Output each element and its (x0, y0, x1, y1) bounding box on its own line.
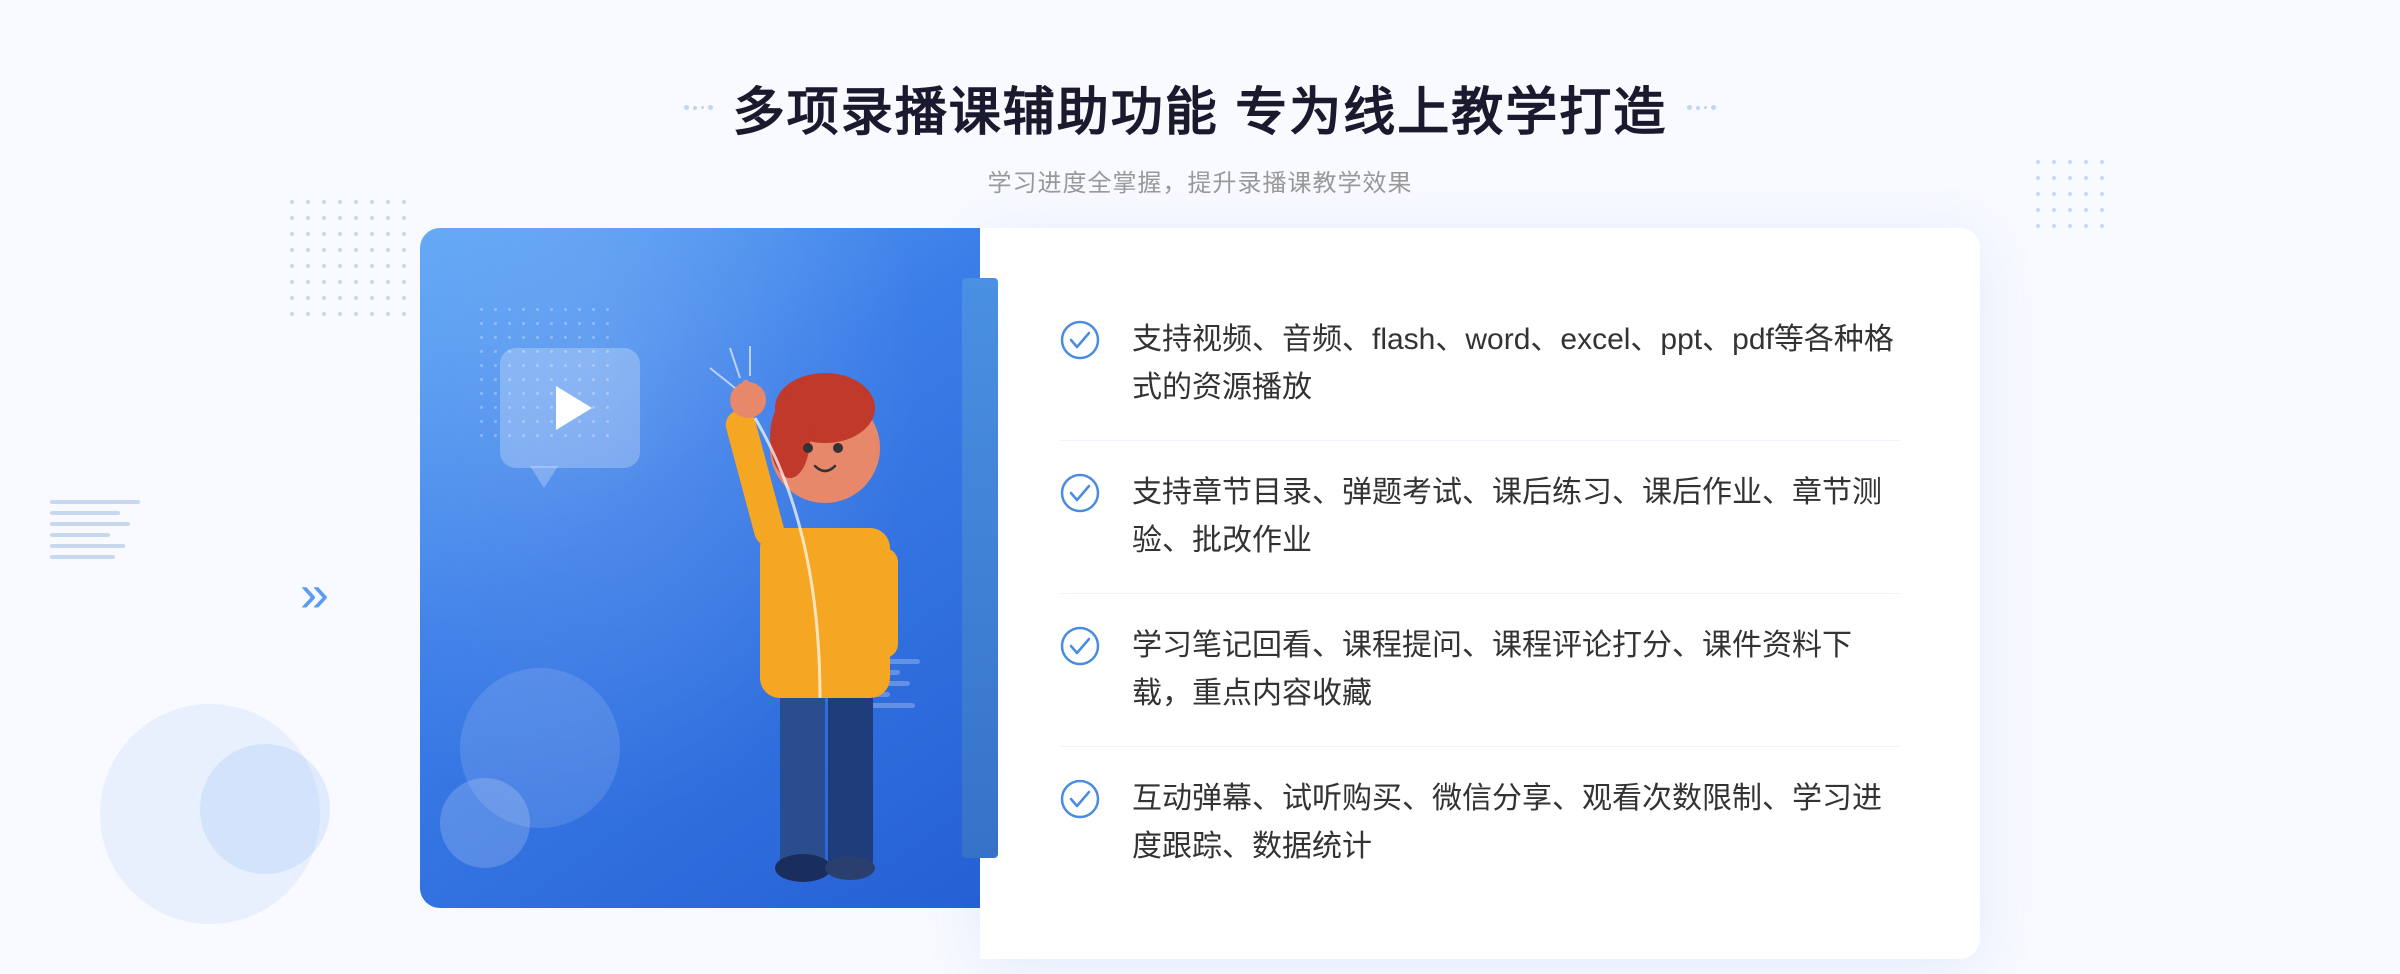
page-left-stripes (50, 500, 140, 559)
dot-pattern-left: (function() { const container = document… (290, 200, 412, 322)
illustration-panel (420, 228, 980, 908)
features-panel: 支持视频、音频、flash、word、excel、ppt、pdf等各种格式的资源… (980, 228, 1980, 959)
feature-text-4: 互动弹幕、试听购买、微信分享、观看次数限制、学习进度跟踪、数据统计 (1132, 775, 1900, 871)
deco-dots-right (1687, 105, 1716, 110)
header-decorators: 多项录播课辅助功能 专为线上教学打造 (684, 70, 1716, 145)
feature-item-4: 互动弹幕、试听购买、微信分享、观看次数限制、学习进度跟踪、数据统计 (1060, 747, 1900, 899)
check-icon-4 (1060, 779, 1100, 819)
content-area: » (420, 228, 1980, 959)
feature-text-2: 支持章节目录、弹题考试、课后练习、课后作业、章节测验、批改作业 (1132, 469, 1900, 565)
play-icon (556, 386, 592, 430)
play-bubble (500, 348, 640, 468)
side-chevron-icon: » (300, 564, 329, 624)
deco-circle-small (440, 778, 530, 868)
check-icon-3 (1060, 626, 1100, 666)
dot-pattern-right: (function() { const container = document… (2036, 160, 2110, 234)
feature-item-2: 支持章节目录、弹题考试、课后练习、课后作业、章节测验、批改作业 (1060, 441, 1900, 594)
feature-text-1: 支持视频、音频、flash、word、excel、ppt、pdf等各种格式的资源… (1132, 316, 1900, 412)
check-icon-1 (1060, 320, 1100, 360)
main-title: 多项录播课辅助功能 专为线上教学打造 (733, 70, 1667, 145)
human-figure (660, 328, 1000, 908)
feature-item-1: 支持视频、音频、flash、word、excel、ppt、pdf等各种格式的资源… (1060, 288, 1900, 441)
deco-dots-left (684, 105, 713, 110)
subtitle: 学习进度全掌握，提升录播课教学效果 (684, 163, 1716, 198)
page-container: (function() { const container = document… (0, 0, 2400, 974)
bottom-circle-medium (200, 744, 330, 874)
feature-text-3: 学习笔记回看、课程提问、课程评论打分、课件资料下载，重点内容收藏 (1132, 622, 1900, 718)
check-icon-2 (1060, 473, 1100, 513)
feature-item-3: 学习笔记回看、课程提问、课程评论打分、课件资料下载，重点内容收藏 (1060, 594, 1900, 747)
header-section: 多项录播课辅助功能 专为线上教学打造 学习进度全掌握，提升录播课教学效果 (684, 0, 1716, 228)
